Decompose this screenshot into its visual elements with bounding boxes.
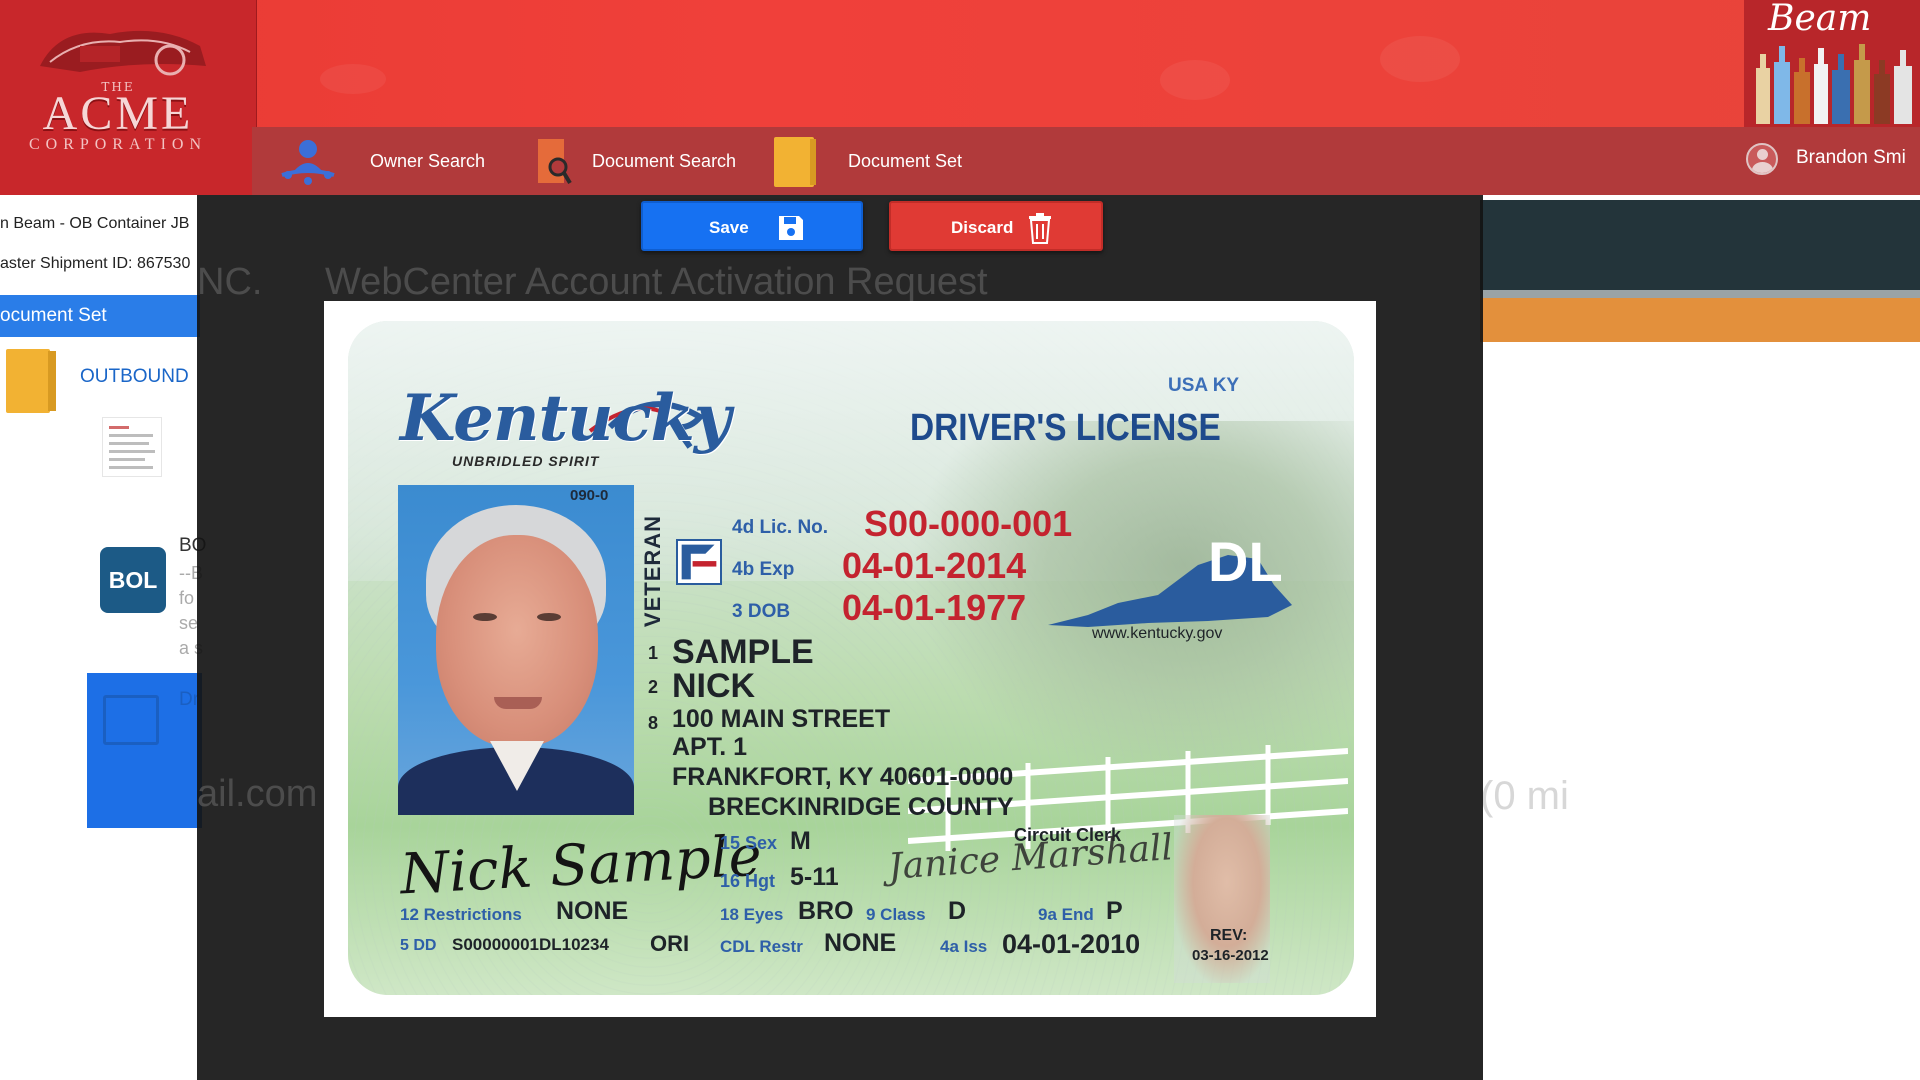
logo-subword: CORPORATION (28, 136, 207, 153)
endorsement-value: P (1106, 897, 1123, 925)
state-wordmark: Kentucky (400, 381, 731, 456)
class-label: 9 Class (866, 905, 926, 924)
county: BRECKINRIDGE COUNTY (708, 793, 1014, 821)
dd-value: S00000001DL10234 (452, 935, 609, 954)
exp-value: 04-01-2014 (842, 545, 1027, 586)
photo-code: 090-0 (570, 487, 609, 504)
dob-label: 3 DOB (732, 601, 791, 622)
drivers-license-card: Kentucky UNBRIDLED SPIRIT USA KY DRIVER'… (348, 321, 1354, 995)
master-shipment-id: aster Shipment ID: 867530 (0, 255, 191, 272)
main-nav: Owner Search Document Search Document Se… (252, 127, 1920, 195)
floppy-disk-icon (779, 216, 803, 240)
dl-badge: DL (1208, 530, 1283, 593)
document-image: Kentucky UNBRIDLED SPIRIT USA KY DRIVER'… (324, 301, 1376, 1017)
state-url: www.kentucky.gov (1092, 625, 1223, 642)
issue-label: 4a Iss (940, 937, 988, 956)
header-decoration (1160, 60, 1230, 100)
restrictions-value: NONE (556, 897, 629, 925)
nav-document-search[interactable]: Document Search (534, 127, 764, 195)
selected-document-card[interactable]: Dr (87, 673, 202, 828)
lic-no-label: 4d Lic. No. (732, 517, 829, 538)
field-8-number: 8 (648, 713, 659, 733)
bol-badge[interactable]: BOL (100, 547, 166, 613)
app-header (0, 0, 1920, 127)
sex-label: 15 Sex (720, 833, 778, 853)
revision-label: REV: (1210, 927, 1248, 944)
bottles-image (1756, 44, 1912, 124)
discard-button-label: Discard (951, 218, 1014, 237)
discard-button[interactable]: Discard (889, 201, 1103, 251)
address-line-2: APT. 1 (672, 733, 748, 761)
sex-value: M (790, 827, 811, 855)
state-tagline: UNBRIDLED SPIRIT (452, 453, 600, 469)
document-thumbnail[interactable] (102, 417, 162, 477)
document-magnifier-icon (538, 139, 572, 185)
document-icon (103, 695, 159, 745)
document-set-header[interactable]: ocument Set (0, 295, 200, 337)
document-viewer-modal: NC. WebCenter Account Activation Request… (197, 195, 1483, 1080)
save-button[interactable]: Save (641, 201, 863, 251)
field-2-number: 2 (648, 677, 659, 697)
nav-document-search-label: Document Search (592, 151, 737, 171)
right-orange-bar (1480, 298, 1920, 342)
logo-wordmark: ACME (42, 87, 194, 140)
veteran-marker: VETERAN (638, 496, 665, 656)
left-panel: n Beam - OB Container JB aster Shipment … (0, 195, 206, 1080)
background-company-text: NC. (197, 261, 263, 303)
background-request-title: WebCenter Account Activation Request (325, 261, 988, 303)
shipment-title: n Beam - OB Container JB (0, 215, 190, 232)
veteran-flag-icon (676, 539, 722, 585)
address-line-3: FRANKFORT, KY 40601-0000 (672, 763, 1014, 791)
eyes-value: BRO (798, 897, 854, 925)
restrictions-label: 12 Restrictions (400, 905, 522, 924)
cdl-restr-value: NONE (824, 929, 897, 957)
country-state-code: USA KY (1168, 375, 1240, 396)
issue-value: 04-01-2010 (1002, 929, 1141, 959)
acme-logo-art (40, 30, 206, 76)
dob-value: 04-01-1977 (842, 587, 1027, 628)
ori-marker: ORI (650, 931, 690, 956)
header-decoration (1380, 36, 1460, 82)
height-label: 16 Hgt (720, 871, 776, 891)
nav-document-set-label: Document Set (848, 151, 963, 171)
background-distance-text: (0 mi (1480, 774, 1569, 818)
outbound-folder-label[interactable]: OUTBOUND (80, 366, 189, 388)
veteran-label: VETERAN (640, 514, 665, 628)
nav-owner-search-label: Owner Search (370, 151, 486, 171)
user-name[interactable]: Brandon Smi (1796, 147, 1906, 169)
document-set-header-label: ocument Set (0, 305, 107, 326)
cdl-restr-label: CDL Restr (720, 937, 803, 956)
person-search-icon (281, 140, 335, 185)
outbound-folder-icon[interactable] (6, 349, 58, 413)
right-dark-bar (1480, 200, 1920, 290)
header-decoration (320, 64, 386, 94)
first-name: NICK (672, 667, 756, 705)
field-1-number: 1 (648, 643, 659, 663)
height-value: 5-11 (790, 863, 839, 891)
revision-date: 03-16-2012 (1192, 947, 1269, 964)
folder-icon (774, 137, 816, 187)
address-line-1: 100 MAIN STREET (672, 705, 891, 733)
lic-no-value: S00-000-001 (864, 503, 1073, 544)
right-divider (1480, 290, 1920, 298)
trash-icon (1029, 213, 1051, 244)
endorsement-label: 9a End (1038, 905, 1094, 924)
exp-label: 4b Exp (732, 559, 795, 580)
holder-photo (398, 485, 634, 815)
dd-label: 5 DD (400, 937, 437, 954)
user-avatar-icon[interactable] (1746, 143, 1778, 175)
class-value: D (948, 897, 967, 925)
license-title: DRIVER'S LICENSE (910, 407, 1221, 449)
save-button-label: Save (709, 218, 749, 237)
nav-document-set[interactable]: Document Set (770, 127, 1010, 195)
acme-corporation-logo[interactable]: THE ACME CORPORATION (0, 0, 257, 195)
background-email-text: ail.com (197, 773, 318, 815)
nav-owner-search[interactable]: Owner Search (276, 127, 486, 195)
holder-signature: Nick Sample (398, 823, 764, 908)
eyes-label: 18 Eyes (720, 905, 784, 924)
beam-logo[interactable]: Beam (1744, 0, 1920, 127)
